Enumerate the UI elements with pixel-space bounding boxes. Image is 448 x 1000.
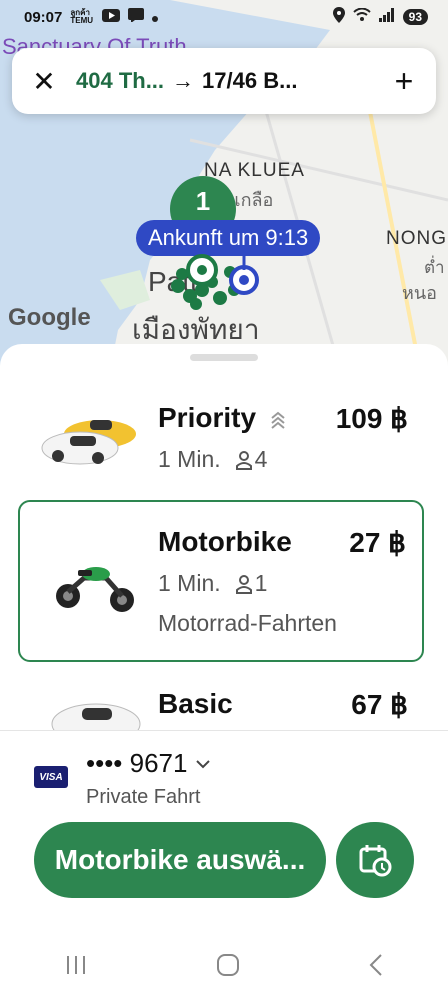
- map-label-nong-thai-a: ต่ำ: [424, 258, 445, 277]
- ride-option-basic[interactable]: Basic 67 ฿: [18, 678, 424, 730]
- ride-option-priority[interactable]: Priority 109 ฿ 1 Min. 4: [18, 384, 424, 484]
- dot-icon: [152, 9, 159, 26]
- route-to[interactable]: 17/46 B...: [202, 68, 297, 94]
- option-price: 109 ฿: [335, 403, 408, 434]
- option-price: 67 ฿: [351, 689, 408, 720]
- visa-card-icon: VISA: [34, 766, 68, 788]
- close-icon[interactable]: ✕: [28, 65, 60, 98]
- route-from[interactable]: 404 Th...: [76, 68, 164, 94]
- chevron-down-icon: [196, 759, 211, 768]
- map-label-nong-thai-b: หนอ: [402, 283, 437, 303]
- option-name: Basic: [158, 688, 233, 719]
- arrow-right-icon: →: [172, 68, 195, 93]
- basic-car-icon: [51, 703, 141, 730]
- payment-method-selector[interactable]: VISA •••• 9671 Private Fahrt: [0, 740, 448, 820]
- option-eta: 1 Min.: [158, 446, 221, 472]
- schedule-calendar-icon: [359, 845, 392, 877]
- home-icon[interactable]: [215, 952, 241, 978]
- route-markers: [171, 246, 259, 310]
- status-time: 09:07: [24, 8, 63, 26]
- option-seats: 1: [254, 570, 268, 596]
- payment-profile: Private Fahrt: [86, 786, 201, 808]
- wifi-icon: [352, 7, 371, 26]
- back-icon[interactable]: [368, 953, 384, 977]
- motorbike-icon: [56, 567, 134, 612]
- map-label-nong: NONG: [386, 228, 447, 249]
- divider: [0, 730, 448, 731]
- option-price: 27 ฿: [349, 527, 406, 558]
- option-seats: 4: [254, 446, 268, 472]
- sheet-drag-handle[interactable]: [190, 354, 258, 361]
- signal-icon: [378, 8, 395, 26]
- schedule-ride-button[interactable]: [336, 822, 414, 898]
- route-bar: ✕ 404 Th... → 17/46 B... +: [12, 48, 436, 114]
- ride-option-motorbike[interactable]: Motorbike 27 ฿ 1 Min. 1 Motorrad-Fahrten: [18, 500, 424, 662]
- status-bar: 09:07 ลูกค้า TEMU 93: [0, 0, 448, 34]
- temu-notification-icon: ลูกค้า TEMU: [70, 8, 94, 25]
- battery-indicator: 93: [402, 9, 428, 25]
- option-description: Motorrad-Fahrten: [158, 610, 337, 636]
- priority-chevrons-icon: [271, 411, 285, 429]
- recent-apps-icon[interactable]: [64, 954, 88, 976]
- option-name: Motorbike: [158, 526, 292, 557]
- messages-icon: [128, 8, 145, 26]
- card-number: •••• 9671: [86, 748, 188, 778]
- option-name: Priority: [158, 402, 257, 433]
- route-summary[interactable]: 404 Th... → 17/46 B...: [60, 68, 388, 94]
- person-icon: [235, 574, 252, 594]
- youtube-icon: [102, 8, 121, 26]
- select-ride-button[interactable]: Motorbike auswä...: [34, 822, 326, 898]
- map-label-na-kluea: NA KLUEA: [204, 160, 305, 181]
- option-eta: 1 Min.: [158, 570, 221, 596]
- add-stop-icon[interactable]: +: [388, 63, 420, 100]
- option-meta: 1 Min. 4: [158, 446, 267, 473]
- person-icon: [235, 450, 252, 470]
- google-attribution: Google: [8, 304, 91, 331]
- system-nav-bar: [0, 944, 448, 986]
- location-icon: [332, 7, 345, 27]
- card-number-row[interactable]: •••• 9671: [86, 748, 211, 779]
- option-meta: 1 Min. 1: [158, 570, 267, 597]
- priority-car-icon: [41, 420, 136, 465]
